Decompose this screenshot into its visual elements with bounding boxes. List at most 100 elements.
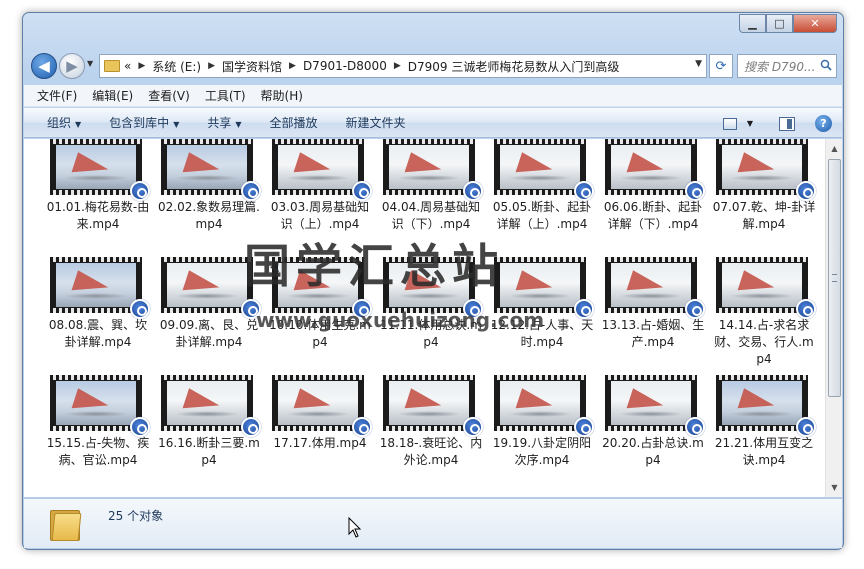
watermark-title: 国学汇总站: [244, 239, 504, 293]
video-thumbnail: [605, 139, 705, 201]
organize-label: 组织: [47, 116, 72, 130]
chevron-right-icon[interactable]: ▶: [138, 61, 145, 71]
file-name: 14.14.占-求名求财、交易、行人.mp4: [714, 318, 814, 366]
file-name: 16.16.断卦三要.mp4: [158, 436, 260, 467]
chevron-down-icon: ▼: [235, 120, 242, 129]
video-thumbnail: [161, 139, 261, 201]
view-options-dropdown[interactable]: ▼: [747, 119, 753, 128]
video-file-icon: [574, 417, 594, 437]
forward-button[interactable]: ▶: [59, 53, 85, 79]
navigation-bar: ◀ ▶ ▼ « ▶ 系统 (E:) ▶ 国学资料馆 ▶ D7901-D8000 …: [29, 51, 837, 81]
video-file-icon: [463, 181, 483, 201]
file-name: 07.07.乾、坤-卦详解.mp4: [712, 200, 816, 231]
grip-icon: [832, 274, 837, 282]
video-file-icon: [241, 181, 261, 201]
breadcrumb-drive[interactable]: 系统 (E:): [152, 58, 201, 75]
breadcrumb-overflow[interactable]: «: [124, 59, 131, 73]
menu-help[interactable]: 帮助(H): [261, 87, 303, 104]
chevron-down-icon: ▼: [75, 120, 82, 129]
video-file-icon: [796, 181, 816, 201]
file-name: 02.02.象数易理篇.mp4: [158, 200, 260, 231]
share-button[interactable]: 共享 ▼: [207, 114, 241, 131]
video-thumbnail: [161, 375, 261, 437]
scrollbar-thumb[interactable]: [828, 159, 841, 397]
file-name: 20.20.占卦总诀.mp4: [602, 436, 704, 467]
video-thumbnail: [50, 375, 150, 437]
maximize-button[interactable]: □: [766, 14, 793, 33]
new-folder-button[interactable]: 新建文件夹: [346, 114, 406, 131]
chevron-down-icon: ▼: [173, 120, 180, 129]
search-input[interactable]: 搜索 D790...: [737, 54, 837, 78]
address-dropdown-icon[interactable]: ▼: [695, 59, 702, 69]
mouse-cursor-icon: [348, 517, 362, 538]
chevron-right-icon[interactable]: ▶: [394, 61, 401, 71]
menu-view[interactable]: 查看(V): [148, 87, 190, 104]
video-file-icon: [685, 299, 705, 319]
search-placeholder: 搜索 D790...: [744, 59, 816, 74]
play-all-button[interactable]: 全部播放: [270, 114, 318, 131]
address-bar[interactable]: « ▶ 系统 (E:) ▶ 国学资料馆 ▶ D7901-D8000 ▶ D790…: [99, 54, 707, 78]
video-thumbnail: [272, 139, 372, 201]
folder-icon: [104, 60, 120, 72]
video-thumbnail: [494, 375, 594, 437]
file-name: 17.17.体用.mp4: [273, 436, 367, 450]
chevron-right-icon[interactable]: ▶: [208, 61, 215, 71]
file-name: 04.04.周易基础知识（下）.mp4: [381, 200, 481, 231]
vertical-scrollbar[interactable]: ▲ ▼: [825, 139, 842, 497]
video-thumbnail: [272, 375, 372, 437]
breadcrumb-folder[interactable]: 国学资料馆: [222, 58, 282, 75]
file-name: 19.19.八卦定阴阳次序.mp4: [492, 436, 592, 467]
video-file-icon: [685, 181, 705, 201]
item-count: 25 个对象: [108, 509, 164, 523]
video-thumbnail: [605, 375, 705, 437]
back-button[interactable]: ◀: [31, 53, 57, 79]
minimize-button[interactable]: ▁: [739, 14, 766, 33]
video-thumbnail: [383, 139, 483, 201]
file-name: 03.03.周易基础知识（上）.mp4: [270, 200, 370, 231]
file-name: 21.21.体用互变之诀.mp4: [714, 436, 814, 467]
command-bar: 组织 ▼ 包含到库中 ▼ 共享 ▼ 全部播放 新建文件夹 ▼ ?: [24, 108, 842, 138]
file-name: 05.05.断卦、起卦详解（上）.mp4: [492, 200, 592, 231]
breadcrumb-folder[interactable]: D7901-D8000: [303, 59, 387, 73]
video-thumbnail: [716, 375, 816, 437]
menu-bar: 文件(F) 编辑(E) 查看(V) 工具(T) 帮助(H): [24, 85, 842, 107]
video-file-icon: [352, 417, 372, 437]
help-icon[interactable]: ?: [815, 115, 832, 132]
chevron-right-icon[interactable]: ▶: [289, 61, 296, 71]
organize-button[interactable]: 组织 ▼: [47, 114, 81, 131]
video-thumbnail: [494, 257, 594, 319]
file-name: 06.06.断卦、起卦详解（下）.mp4: [603, 200, 703, 231]
file-name: 09.09.离、艮、兑卦详解.mp4: [159, 318, 259, 349]
file-name: 13.13.占-婚姻、生产.mp4: [601, 318, 705, 349]
folder-icon: [50, 507, 82, 541]
include-in-library-button[interactable]: 包含到库中 ▼: [109, 114, 179, 131]
video-file-icon: [130, 181, 150, 201]
video-file-icon: [130, 299, 150, 319]
video-thumbnail: [50, 257, 150, 319]
menu-file[interactable]: 文件(F): [37, 87, 77, 104]
video-file-icon: [574, 181, 594, 201]
details-pane: 25 个对象: [24, 498, 842, 548]
video-file-icon: [130, 417, 150, 437]
file-name: 01.01.梅花易数-由来.mp4: [46, 200, 150, 231]
preview-pane-icon[interactable]: [779, 116, 795, 131]
change-view-icon[interactable]: [722, 117, 737, 130]
menu-edit[interactable]: 编辑(E): [92, 87, 133, 104]
recent-pages-dropdown[interactable]: ▼: [87, 59, 93, 68]
video-thumbnail: [494, 139, 594, 201]
video-file-icon: [796, 417, 816, 437]
video-thumbnail: [383, 375, 483, 437]
include-in-library-label: 包含到库中: [109, 116, 170, 130]
video-file-icon: [685, 417, 705, 437]
search-icon[interactable]: [820, 59, 832, 71]
breadcrumb-current[interactable]: D7909 三诚老师梅花易数从入门到高级: [408, 58, 620, 75]
close-button[interactable]: ✕: [793, 14, 837, 33]
toolbar-right: ▼ ?: [722, 115, 832, 132]
video-thumbnail: [716, 139, 816, 201]
video-thumbnail: [716, 257, 816, 319]
refresh-button[interactable]: ⟳: [709, 54, 733, 78]
menu-tools[interactable]: 工具(T): [205, 87, 246, 104]
scroll-down-icon[interactable]: ▼: [827, 480, 842, 495]
video-thumbnail: [50, 139, 150, 201]
scroll-up-icon[interactable]: ▲: [827, 141, 842, 156]
